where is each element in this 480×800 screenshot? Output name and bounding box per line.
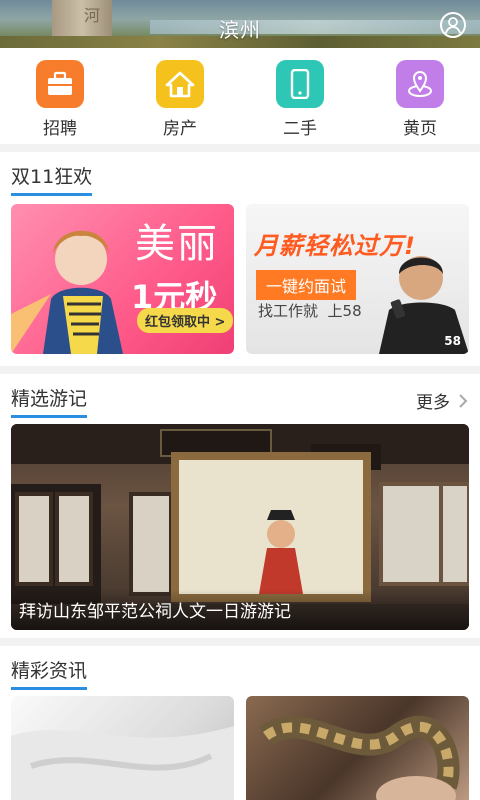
promo-jobs-sub: 找工作就 上58 [258,302,362,320]
snake-photo [259,715,460,800]
promo-card-jobs[interactable]: 月薪轻松过万! 一键约面试 找工作就 上58 58 [246,204,469,354]
promo-beauty-badge: 红包领取中 > [137,308,234,333]
nav-item-house[interactable]: 房产 [120,60,240,139]
promo-jobs-corner: 58 [444,334,461,348]
nav-item-recruit[interactable]: 招聘 [0,60,120,139]
nav-label: 招聘 [43,119,77,139]
travel-photo-card[interactable]: 拜访山东邹平范公祠人文一日游游记 [11,424,469,630]
city-title[interactable]: 滨州 [0,14,480,43]
user-icon[interactable] [440,12,466,38]
news-card-1[interactable] [11,696,234,800]
nav-label: 房产 [163,119,197,139]
nav-item-yellowpages[interactable]: 黄页 [360,60,480,139]
location-icon [396,60,444,108]
header-banner: 河 滨州 [0,0,480,48]
nav-item-secondhand[interactable]: 二手 [240,60,360,139]
briefcase-icon [36,60,84,108]
promo-jobs-pill: 一键约面试 [256,270,357,300]
phone-icon [276,60,324,108]
house-icon [156,60,204,108]
promo-card-beauty[interactable]: 美丽 1元秒 红包领取中 > [11,204,234,354]
news-section: 精彩资讯 [0,646,480,800]
promo-section-title: 双11狂欢 [11,162,93,196]
promo-section: 双11狂欢 美丽 1元秒 红包领取中 > 月薪轻松过万! 一键约面试 找工作就 … [0,152,480,366]
chevron-right-icon [459,393,468,408]
news-section-title: 精彩资讯 [11,656,88,690]
nav-label: 黄页 [403,119,437,139]
pillow-photo [11,726,234,800]
news-card-2[interactable] [246,696,469,800]
travel-section-title: 精选游记 [11,384,88,418]
nav-label: 二手 [283,119,317,139]
promo-beauty-line1: 美丽 [135,221,219,267]
travel-caption: 拜访山东邹平范公祠人文一日游游记 [19,602,291,622]
more-label: 更多 [416,393,450,413]
category-nav: 招聘 房产 二手 黄页 [0,48,480,144]
more-link[interactable]: 更多 [416,388,468,413]
travel-caption-overlay: 拜访山东邹平范公祠人文一日游游记 [11,590,469,630]
travel-section: 精选游记 更多 拜访山东邹平范公祠人文一日游游记 [0,374,480,638]
